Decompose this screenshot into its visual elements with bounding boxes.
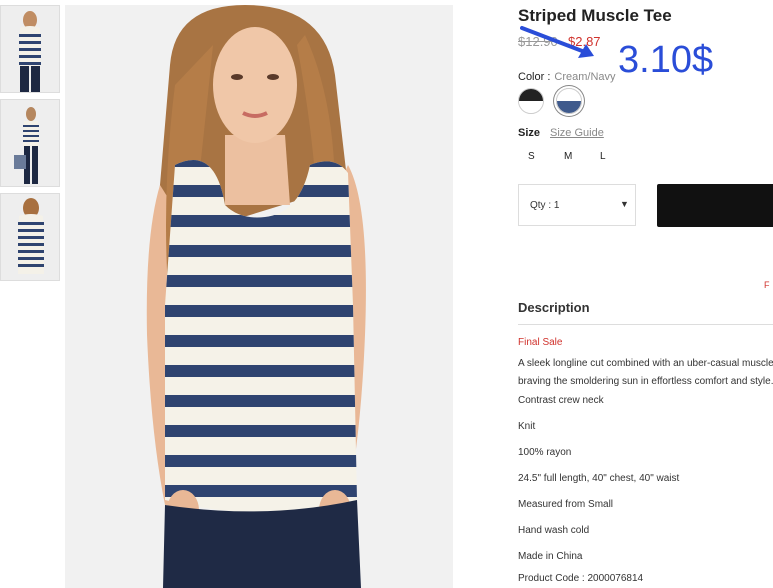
free-shipping-text-partial: F — [764, 280, 770, 290]
annotation-price-text: 3.10$ — [618, 39, 714, 81]
annotation-arrow-icon — [520, 26, 594, 58]
description-line-2: braving the smoldering sun in effortless… — [518, 376, 773, 387]
color-row: Color : Cream/Navy — [518, 71, 616, 83]
description-divider — [518, 324, 773, 325]
spec-item: Knit — [518, 421, 536, 432]
thumbnail-front[interactable] — [0, 5, 60, 93]
thumbnail-back[interactable] — [0, 193, 60, 281]
quantity-select[interactable]: Qty : 1 ▼ — [518, 184, 636, 226]
description-heading: Description — [518, 300, 590, 315]
size-option-s[interactable]: S — [528, 151, 535, 162]
color-label: Color : — [518, 71, 551, 83]
model-back-thumbnail-image — [1, 194, 59, 280]
thumbnail-full[interactable] — [0, 99, 60, 187]
spec-item: 24.5" full length, 40" chest, 40" waist — [518, 473, 680, 484]
swatch-black[interactable] — [518, 88, 544, 114]
main-product-image — [65, 5, 453, 588]
size-label: Size — [518, 127, 541, 139]
black-swatch-icon — [519, 89, 543, 113]
spec-item: Contrast crew neck — [518, 395, 604, 406]
spec-item: Measured from Small — [518, 499, 614, 510]
model-front-thumbnail-image — [1, 6, 59, 92]
model-wearing-striped-tee-image — [65, 5, 453, 588]
color-value: Cream/Navy — [554, 71, 616, 83]
chevron-down-icon: ▼ — [620, 199, 629, 209]
spec-item: 100% rayon — [518, 447, 572, 458]
size-option-l[interactable]: L — [600, 151, 606, 162]
spec-item: Made in China — [518, 551, 583, 562]
quantity-label: Qty : 1 — [530, 200, 560, 211]
swatch-cream-navy[interactable] — [556, 88, 582, 114]
size-row: Size Size Guide — [518, 127, 604, 139]
final-sale-label: Final Sale — [518, 337, 563, 348]
add-to-bag-button[interactable] — [657, 184, 773, 227]
cream-navy-swatch-icon — [557, 89, 581, 113]
description-line-1: A sleek longline cut combined with an ub… — [518, 358, 773, 369]
thumbnail-list — [0, 5, 60, 287]
size-guide-link[interactable]: Size Guide — [550, 127, 604, 139]
size-option-m[interactable]: M — [564, 151, 572, 162]
spec-item: Hand wash cold — [518, 525, 590, 536]
product-code: Product Code : 2000076814 — [518, 573, 644, 584]
model-full-thumbnail-image — [1, 100, 59, 186]
description-paragraph: A sleek longline cut combined with an ub… — [518, 355, 773, 391]
